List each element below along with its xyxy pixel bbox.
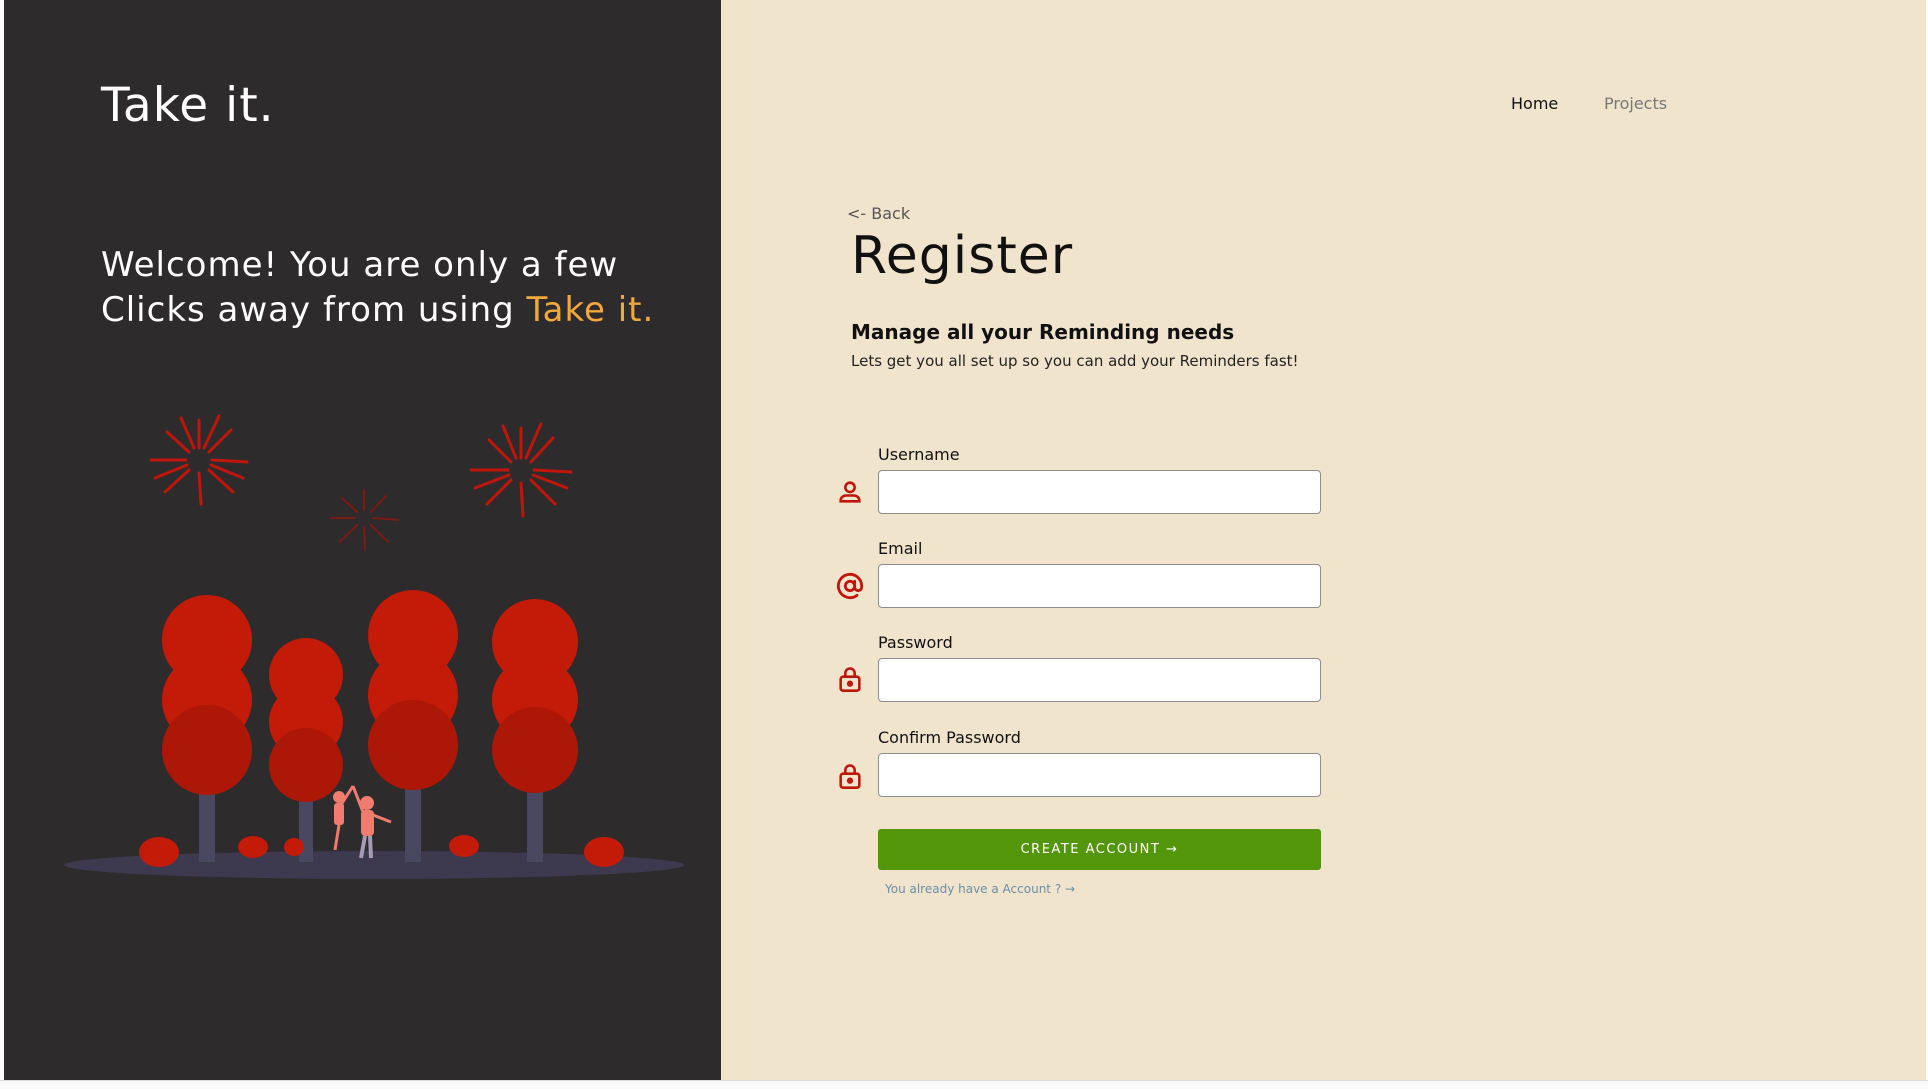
- firework-right: [469, 422, 573, 518]
- left-panel: Take it. Welcome! You are only a few Cli…: [4, 0, 721, 1080]
- form-description: Lets get you all set up so you can add y…: [851, 352, 1299, 370]
- welcome-message: Welcome! You are only a few Clicks away …: [101, 243, 661, 333]
- nav-home-link[interactable]: Home: [1511, 94, 1558, 113]
- confirm-password-input[interactable]: [878, 753, 1321, 797]
- tree-2: [269, 638, 343, 802]
- confirm-password-label: Confirm Password: [878, 728, 1021, 747]
- login-link[interactable]: You already have a Account ? →: [885, 882, 1075, 896]
- nav-projects-link[interactable]: Projects: [1604, 94, 1667, 113]
- at-icon: [836, 573, 864, 600]
- user-icon: [839, 481, 861, 503]
- lock-icon: [839, 667, 861, 692]
- firework-center: [329, 489, 399, 551]
- fireworks-trees-illustration: [64, 414, 684, 879]
- email-input[interactable]: [878, 564, 1321, 608]
- welcome-accent: Take it.: [526, 290, 655, 330]
- tree-4: [492, 599, 578, 793]
- password-label: Password: [878, 633, 953, 652]
- create-account-button[interactable]: CREATE ACCOUNT →: [878, 829, 1321, 870]
- lock-icon: [839, 764, 861, 789]
- email-label: Email: [878, 539, 923, 558]
- username-label: Username: [878, 445, 960, 464]
- password-input[interactable]: [878, 658, 1321, 702]
- page-title: Register: [851, 226, 1074, 286]
- tree-3: [368, 590, 458, 790]
- firework-left: [149, 414, 249, 506]
- username-input[interactable]: [878, 470, 1321, 514]
- tree-1: [162, 595, 252, 795]
- brand-logo: Take it.: [101, 78, 275, 133]
- back-link[interactable]: <- Back: [847, 204, 910, 223]
- right-panel: Home Projects <- Back Register Manage al…: [721, 0, 1926, 1080]
- form-subtitle: Manage all your Reminding needs: [851, 320, 1235, 344]
- dancing-people: [333, 785, 392, 859]
- page: Take it. Welcome! You are only a few Cli…: [4, 0, 1926, 1080]
